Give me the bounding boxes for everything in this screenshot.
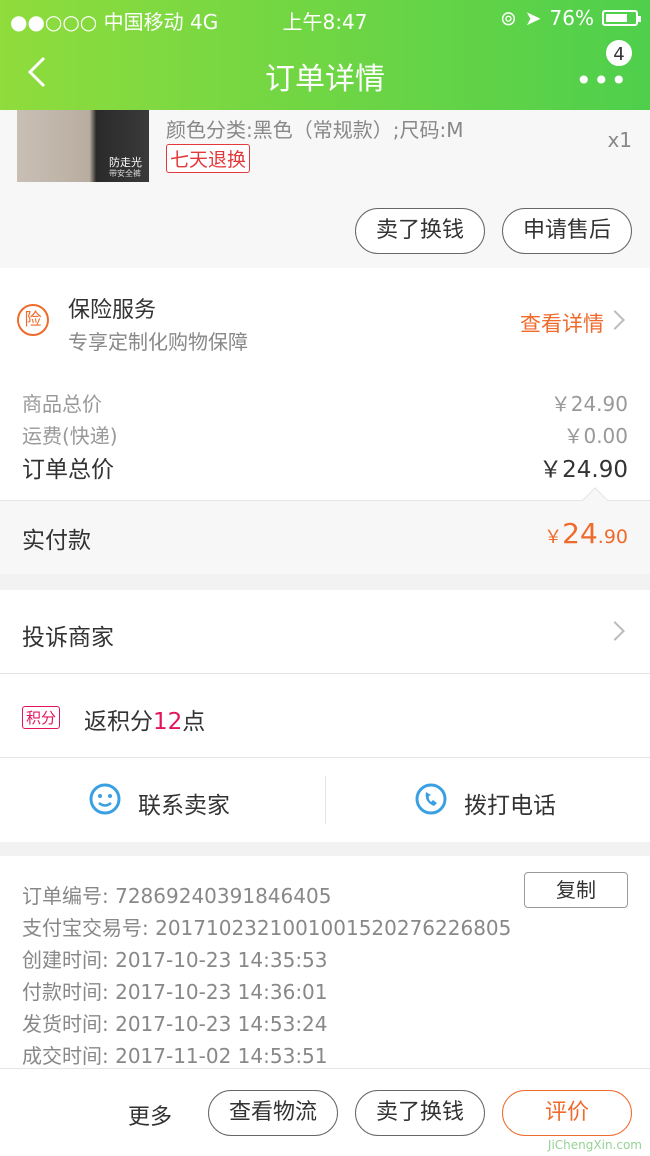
shipped-time: 发货时间: 2017-10-23 14:53:24 bbox=[22, 1012, 328, 1036]
order-total-label: 订单总价 bbox=[22, 457, 114, 483]
complain-merchant-label: 投诉商家 bbox=[22, 625, 114, 651]
product-thumbnail[interactable]: 防走光 带安全裤 bbox=[17, 110, 149, 182]
product-spec: 颜色分类:黑色（常规款）;尺码:M bbox=[166, 118, 464, 142]
thumb-subtag: 带安全裤 bbox=[109, 169, 141, 178]
contact-bar: 联系卖家 拨打电话 bbox=[0, 758, 650, 842]
battery-icon bbox=[602, 10, 641, 26]
return-policy-tag: 七天退换 bbox=[166, 144, 251, 173]
call-phone-button[interactable]: 拨打电话 bbox=[326, 758, 650, 842]
lock-rotation-icon: ⊚ bbox=[500, 6, 517, 30]
bottom-action-bar: 更多 查看物流 卖了换钱 评价 JiChengXin.com bbox=[0, 1068, 650, 1156]
sell-for-cash-button[interactable]: 卖了换钱 bbox=[355, 208, 485, 254]
order-total-value: ￥24.90 bbox=[539, 457, 628, 483]
complain-merchant-row[interactable]: 投诉商家 bbox=[0, 590, 650, 674]
message-count-badge: 4 bbox=[604, 38, 634, 68]
points-suffix: 点 bbox=[182, 709, 206, 735]
order-info: 复制 订单编号: 72869240391846405 支付宝交易号: 20171… bbox=[0, 856, 650, 1068]
nav-bar: 订单详情 ••• 4 bbox=[0, 36, 650, 110]
created-time: 创建时间: 2017-10-23 14:35:53 bbox=[22, 948, 328, 972]
points-text: 返积分12点 bbox=[84, 702, 205, 736]
points-prefix: 返积分 bbox=[84, 709, 153, 735]
view-details-link[interactable]: 查看详情 bbox=[520, 308, 604, 338]
amount-decimal: .90 bbox=[597, 526, 628, 548]
order-number: 订单编号: 72869240391846405 bbox=[22, 884, 332, 908]
insurance-row[interactable]: 险 保险服务 专享定制化购物保障 查看详情 bbox=[0, 268, 650, 370]
insurance-icon: 险 bbox=[17, 304, 49, 336]
goods-total-row: 商品总价 ￥24.90 bbox=[22, 388, 628, 417]
shipping-label: 运费(快递) bbox=[22, 424, 118, 448]
call-phone-label: 拨打电话 bbox=[464, 793, 556, 819]
completed-time: 成交时间: 2017-11-02 14:53:51 bbox=[22, 1044, 328, 1068]
actual-paid-row: 实付款 ￥24.90 bbox=[0, 487, 650, 574]
phone-icon bbox=[415, 783, 447, 815]
goods-total-value: ￥24.90 bbox=[550, 392, 628, 416]
contact-seller-label: 联系卖家 bbox=[138, 793, 230, 819]
view-logistics-button[interactable]: 查看物流 bbox=[208, 1090, 338, 1136]
actual-paid-label: 实付款 bbox=[22, 528, 91, 554]
insurance-subtitle: 专享定制化购物保障 bbox=[68, 330, 248, 354]
shipping-value: ￥0.00 bbox=[563, 424, 628, 448]
page-title: 订单详情 bbox=[265, 62, 385, 97]
contact-seller-button[interactable]: 联系卖家 bbox=[0, 758, 325, 842]
goods-total-label: 商品总价 bbox=[22, 392, 102, 416]
insurance-title: 保险服务 bbox=[68, 298, 157, 323]
product-item: 防走光 带安全裤 颜色分类:黑色（常规款）;尺码:M x1 七天退换 卖了换钱 … bbox=[0, 110, 650, 268]
product-quantity: x1 bbox=[607, 128, 632, 152]
battery-fill bbox=[606, 14, 627, 22]
chevron-right-icon bbox=[605, 621, 625, 641]
currency-symbol: ￥ bbox=[544, 527, 563, 548]
chevron-right-icon bbox=[605, 310, 625, 330]
after-sale-button[interactable]: 申请售后 bbox=[502, 208, 632, 254]
status-right: ⊚ ➤ 76% bbox=[500, 6, 641, 30]
points-row: 积分 返积分12点 bbox=[0, 674, 650, 758]
order-total-row: 订单总价 ￥24.90 bbox=[22, 450, 628, 484]
more-button[interactable]: 更多 bbox=[128, 1099, 172, 1131]
points-number: 12 bbox=[153, 709, 183, 735]
battery-percent: 76% bbox=[549, 6, 594, 30]
sell-for-cash-button[interactable]: 卖了换钱 bbox=[355, 1090, 485, 1136]
rate-button[interactable]: 评价 bbox=[502, 1090, 632, 1136]
chat-face-icon bbox=[89, 783, 121, 815]
alipay-trade-number: 支付宝交易号: 2017102321001001520276226805 bbox=[22, 916, 512, 940]
points-badge: 积分 bbox=[22, 706, 61, 729]
actual-paid-amount: ￥24.90 bbox=[544, 517, 628, 550]
location-icon: ➤ bbox=[524, 6, 542, 30]
status-bar: ●●○○○ 中国移动 4G 上午8:47 ⊚ ➤ 76% bbox=[0, 0, 650, 36]
amount-integer: 24 bbox=[562, 517, 598, 550]
price-summary: 商品总价 ￥24.90 运费(快递) ￥0.00 订单总价 ￥24.90 bbox=[0, 370, 650, 500]
watermark: JiChengXin.com bbox=[547, 1138, 642, 1152]
more-menu-button[interactable]: ••• bbox=[575, 64, 628, 97]
paid-time: 付款时间: 2017-10-23 14:36:01 bbox=[22, 980, 328, 1004]
copy-button[interactable]: 复制 bbox=[524, 872, 628, 908]
shipping-row: 运费(快递) ￥0.00 bbox=[22, 420, 628, 449]
